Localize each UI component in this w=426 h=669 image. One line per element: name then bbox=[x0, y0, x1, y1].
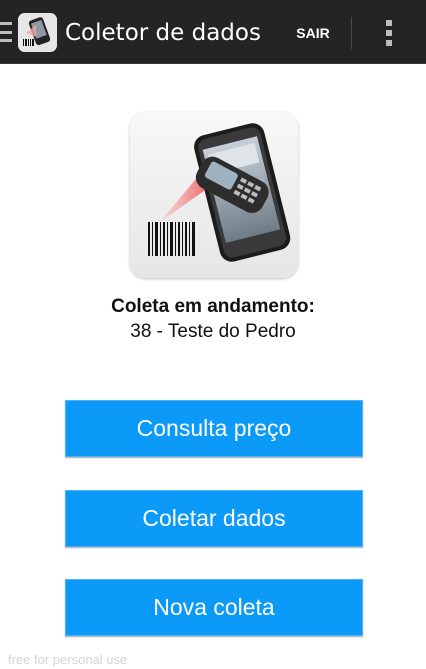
app-logo-icon[interactable] bbox=[18, 13, 57, 52]
action-bar-divider bbox=[351, 17, 352, 49]
nova-coleta-button[interactable]: Nova coleta bbox=[65, 579, 363, 636]
app-title: Coletor de dados bbox=[65, 20, 261, 46]
watermark-text: free for personal use bbox=[8, 652, 128, 667]
sair-button[interactable]: SAIR bbox=[290, 22, 336, 44]
status-value: 38 - Teste do Pedro bbox=[130, 321, 296, 342]
status-label: Coleta em andamento: bbox=[111, 296, 315, 317]
consulta-preco-button[interactable]: Consulta preço bbox=[65, 400, 363, 457]
coletar-dados-button[interactable]: Coletar dados bbox=[65, 490, 363, 547]
overflow-menu-icon[interactable] bbox=[376, 17, 402, 49]
app-screen: Coletor de dados SAIR Coleta em andament… bbox=[0, 0, 426, 669]
barcode-scanner-logo bbox=[130, 112, 298, 278]
action-bar: Coletor de dados SAIR bbox=[0, 0, 426, 64]
menu-drawer-icon[interactable] bbox=[0, 22, 12, 42]
